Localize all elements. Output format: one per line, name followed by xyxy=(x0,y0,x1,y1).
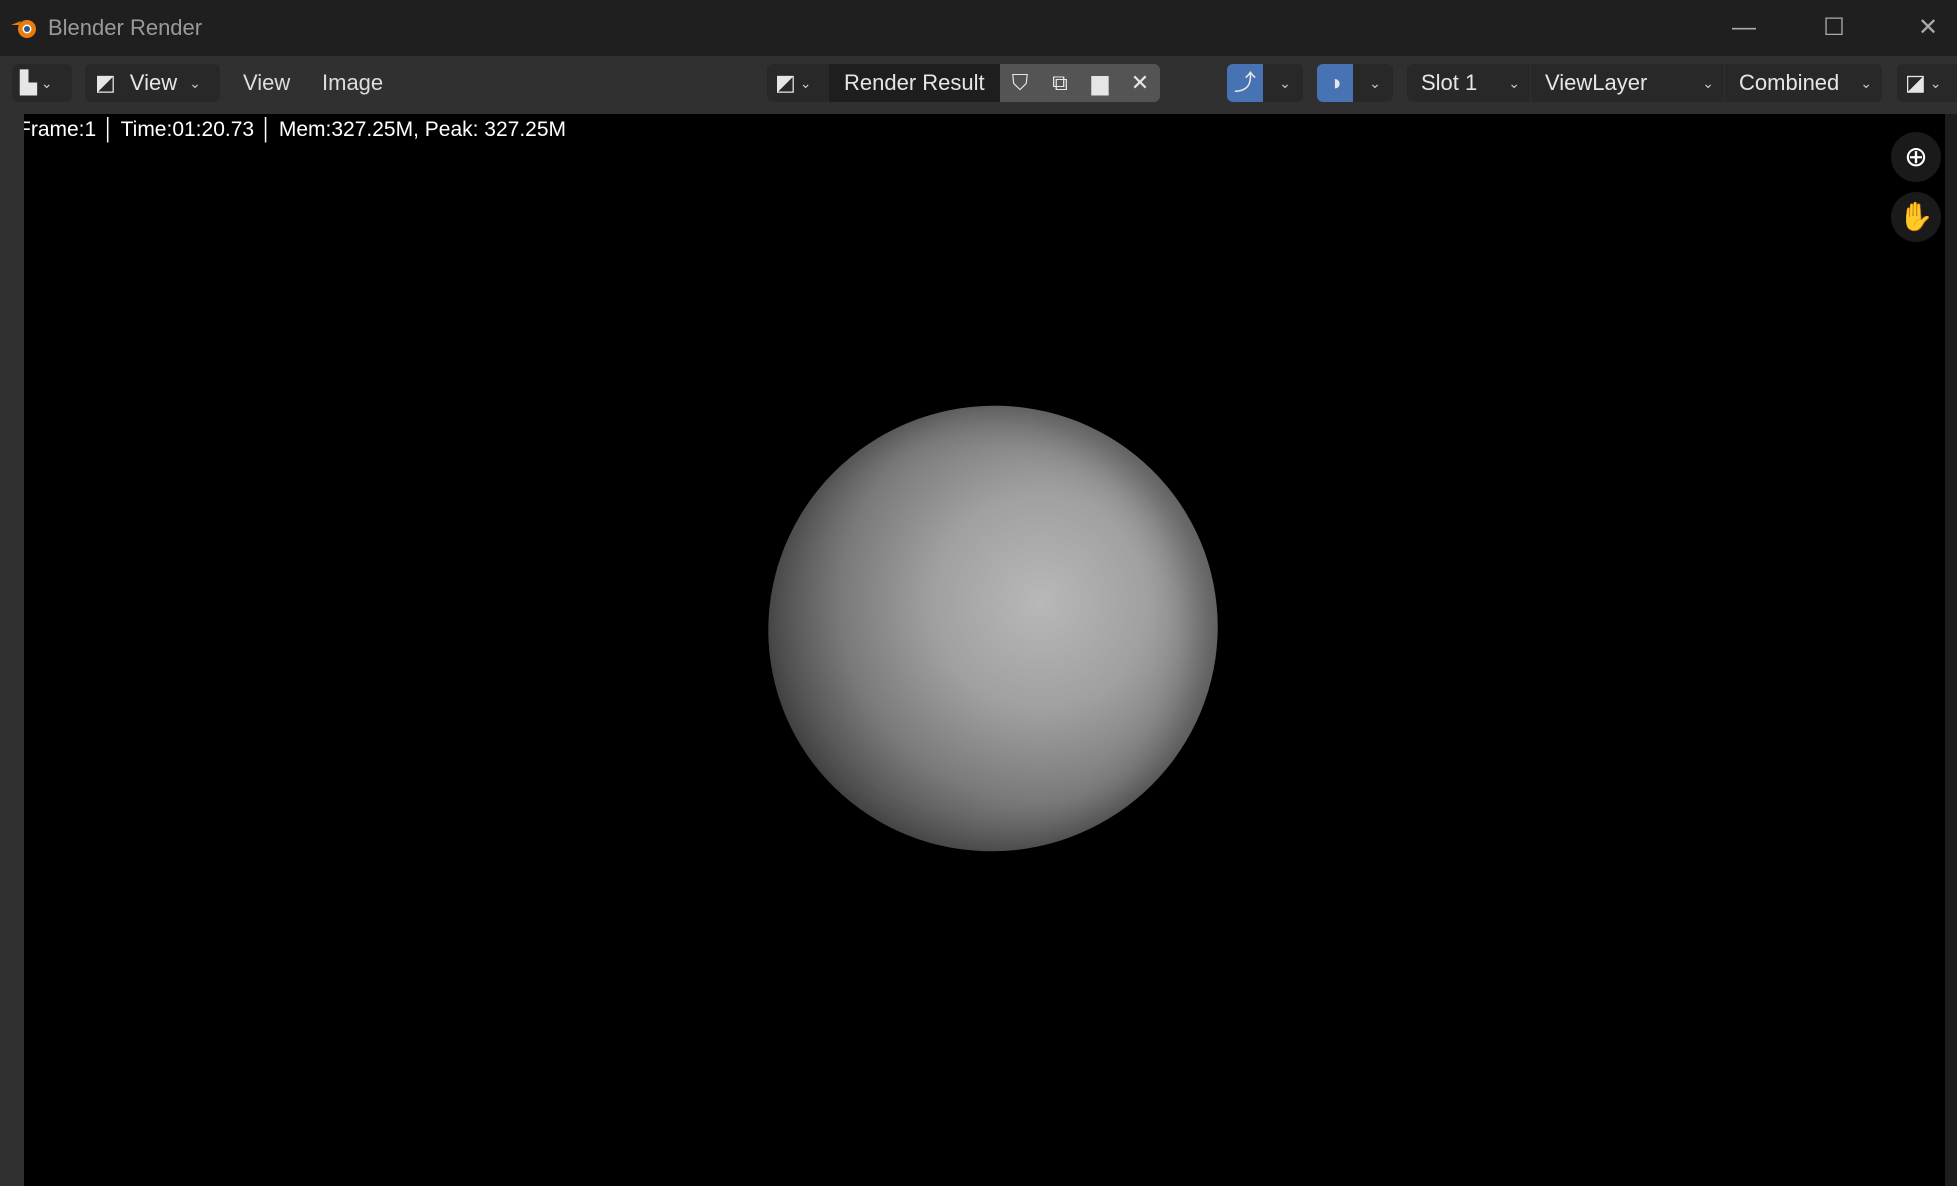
image-editor-header: ▙ ⌄ ◩ View ⌄ View Image ◩ ⌄ Render Result ⛉ … xyxy=(0,56,1957,114)
chevron-down-icon: ⌄ xyxy=(1702,75,1714,91)
image-editor-icon: ▙ xyxy=(20,70,37,95)
view-layer-dropdown[interactable]: ViewLayer ⌄ xyxy=(1531,64,1724,102)
menu-image[interactable]: Image xyxy=(322,64,383,102)
toolbar-collapse-strip[interactable] xyxy=(0,114,24,1186)
duplicate-icon[interactable]: ⧉ xyxy=(1040,64,1080,102)
render-viewer[interactable]: Frame:1 │ Time:01:20.73 │ Mem:327.25M, P… xyxy=(24,114,1945,1186)
overlay-dropdown[interactable]: ⌄ xyxy=(1353,64,1393,102)
chevron-down-icon: ⌄ xyxy=(1860,75,1872,91)
blender-logo-icon xyxy=(11,20,36,38)
slot-label: Slot 1 xyxy=(1421,70,1478,95)
chevron-down-icon: ⌄ xyxy=(189,75,201,91)
rendered-moon-image xyxy=(705,342,1281,915)
close-button[interactable]: ✕ xyxy=(1908,12,1948,44)
chevron-down-icon: ⌄ xyxy=(1279,75,1291,91)
chevron-down-icon: ⌄ xyxy=(40,75,53,91)
gizmo-dropdown[interactable]: ⌄ xyxy=(1263,64,1303,102)
fake-user-shield-icon[interactable]: ⛉ xyxy=(1000,64,1040,102)
pan-hand-icon[interactable]: ✋ xyxy=(1891,192,1941,242)
render-pass-dropdown[interactable]: Combined ⌄ xyxy=(1725,64,1882,102)
display-channels-icon: ◪ xyxy=(1905,70,1926,95)
chevron-down-icon: ⌄ xyxy=(1929,75,1942,91)
view-mode-label: View xyxy=(129,70,178,95)
chevron-down-icon: ⌄ xyxy=(1369,75,1381,91)
image-icon: ◩ xyxy=(95,70,116,95)
view-layer-label: ViewLayer xyxy=(1545,70,1648,95)
display-channels-button[interactable]: ◪ ⌄ xyxy=(1897,64,1957,102)
editor-type-button[interactable]: ▙ ⌄ xyxy=(12,64,72,102)
slot-dropdown[interactable]: Slot 1 ⌄ xyxy=(1407,64,1530,102)
browse-image-button[interactable]: ◩ ⌄ xyxy=(767,64,829,102)
menu-view[interactable]: View xyxy=(243,64,290,102)
image-name-field[interactable]: Render Result xyxy=(829,64,1000,102)
zoom-icon[interactable]: ⊕ xyxy=(1891,132,1941,182)
title-bar: Blender Render — ☐ ✕ xyxy=(0,0,1957,56)
chevron-down-icon: ⌄ xyxy=(1508,75,1520,91)
minimize-button[interactable]: — xyxy=(1724,12,1764,44)
maximize-button[interactable]: ☐ xyxy=(1814,12,1854,44)
chevron-down-icon: ⌄ xyxy=(799,75,812,91)
render-stats: Frame:1 │ Time:01:20.73 │ Mem:327.25M, P… xyxy=(24,118,567,141)
view-mode-dropdown[interactable]: ◩ View ⌄ xyxy=(85,64,220,102)
window-title: Blender Render xyxy=(48,15,203,40)
render-pass-label: Combined xyxy=(1739,70,1840,95)
overlay-toggle-icon[interactable]: ◑ xyxy=(1317,64,1353,102)
image-icon: ◩ xyxy=(775,70,796,95)
open-folder-icon[interactable]: ▆ xyxy=(1080,64,1120,102)
unlink-close-icon[interactable]: ✕ xyxy=(1120,64,1160,102)
gizmo-curve-toggle-icon[interactable]: ⤴ xyxy=(1227,64,1263,102)
